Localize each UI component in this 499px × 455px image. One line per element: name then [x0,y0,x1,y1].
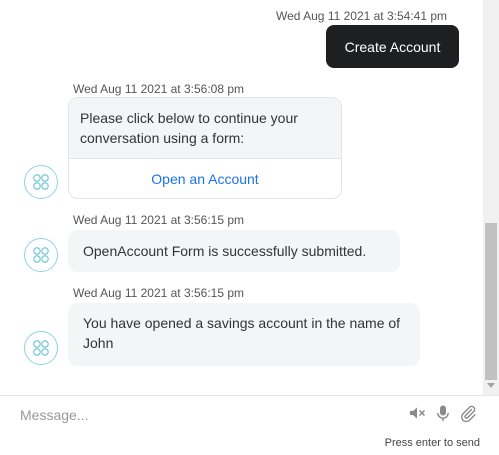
scroll-down-arrow-icon[interactable] [487,383,495,388]
form-prompt-card: Please click below to continue your conv… [68,97,342,199]
bot-message-bubble: OpenAccount Form is successfully submitt… [68,230,400,272]
open-account-link[interactable]: Open an Account [69,159,341,198]
microphone-icon[interactable] [434,404,452,422]
message-timestamp: Wed Aug 11 2021 at 3:56:15 pm [73,213,245,227]
bot-avatar-icon [24,238,58,272]
send-hint: Press enter to send [384,437,480,449]
bot-avatar-icon [24,165,58,199]
speaker-mute-icon[interactable] [408,404,426,422]
message-input[interactable] [20,404,390,426]
chat-transcript: Wed Aug 11 2021 at 3:54:41 pm Create Acc… [0,0,483,395]
bot-message-bubble: You have opened a savings account in the… [68,303,420,366]
message-timestamp: Wed Aug 11 2021 at 3:56:15 pm [73,286,245,300]
message-composer: Press enter to send [0,395,499,455]
form-prompt-text: Please click below to continue your conv… [69,98,341,159]
message-timestamp: Wed Aug 11 2021 at 3:56:08 pm [73,82,245,96]
message-timestamp: Wed Aug 11 2021 at 3:54:41 pm [276,9,448,23]
bot-avatar-icon [24,331,58,365]
chat-scrollbar[interactable] [483,0,499,395]
user-message-bubble[interactable]: Create Account [326,25,459,68]
scrollbar-thumb[interactable] [485,223,497,380]
paperclip-icon[interactable] [459,404,477,423]
